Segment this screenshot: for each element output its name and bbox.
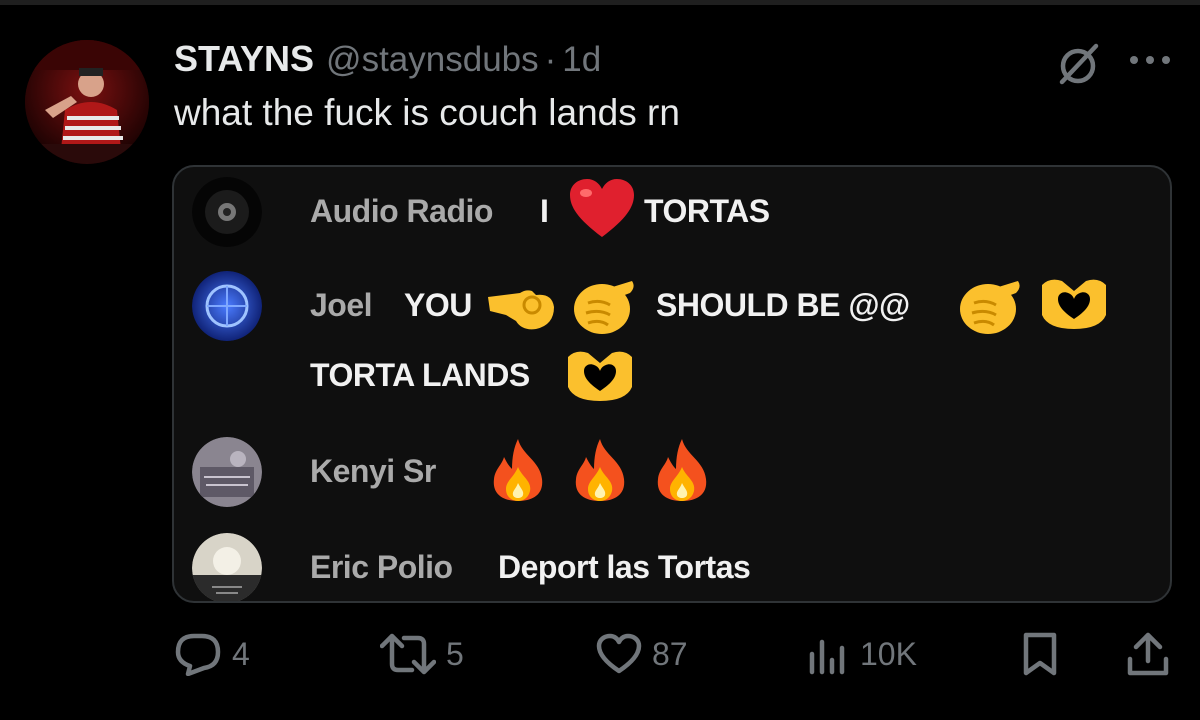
chat-avatar-joel xyxy=(192,271,262,341)
bookmark-button[interactable] xyxy=(1020,628,1060,680)
backhand-index-pointing-emoji xyxy=(956,269,1024,342)
chat-name: Kenyi Sr xyxy=(310,453,436,489)
chat-avatar-kenyi-sr xyxy=(192,437,262,507)
attached-image[interactable]: Audio Radio I TORTAS Joel YOU SHOULD BE … xyxy=(172,165,1172,603)
chat-name: Joel xyxy=(310,287,373,323)
backhand-index-pointing-emoji xyxy=(570,269,638,342)
tweet-header: STAYNS @staynsdubs · 1d xyxy=(174,38,601,82)
reply-icon xyxy=(174,632,222,676)
views-icon xyxy=(806,632,850,676)
repost-button[interactable]: 5 xyxy=(380,628,464,680)
reply-button[interactable]: 4 xyxy=(174,628,250,680)
chat-avatar-audio-radio xyxy=(192,177,262,247)
heart-hands-emoji xyxy=(1040,275,1108,336)
like-button[interactable]: 87 xyxy=(596,628,688,680)
display-name[interactable]: STAYNS xyxy=(174,38,314,80)
reply-count: 4 xyxy=(232,635,250,672)
tweet-text: what the fuck is couch lands rn xyxy=(174,92,680,133)
share-button[interactable] xyxy=(1126,628,1170,680)
bookmark-icon xyxy=(1020,631,1060,677)
red-heart-emoji xyxy=(568,177,636,246)
chat-text: YOU xyxy=(404,287,472,323)
chat-text: Deport las Tortas xyxy=(498,549,751,585)
grok-icon[interactable] xyxy=(1056,42,1100,86)
chat-name: Eric Polio xyxy=(310,549,453,585)
chat-text: I xyxy=(540,193,549,229)
user-handle[interactable]: @staynsdubs xyxy=(326,40,539,80)
pinching-hand-emoji xyxy=(486,271,558,340)
tweet-timestamp[interactable]: 1d xyxy=(562,40,601,80)
share-icon xyxy=(1126,631,1170,677)
chat-text: TORTAS xyxy=(644,193,770,229)
heart-icon xyxy=(596,633,642,675)
chat-avatar-eric-polio xyxy=(192,533,262,601)
fire-emoji xyxy=(570,437,630,508)
separator-dot: · xyxy=(544,40,557,79)
chat-text: SHOULD BE @@ xyxy=(656,287,910,323)
more-icon[interactable] xyxy=(1128,50,1172,70)
view-count: 10K xyxy=(860,635,917,672)
like-count: 87 xyxy=(652,635,688,672)
chat-text: TORTA LANDS xyxy=(310,357,530,393)
heart-hands-emoji xyxy=(566,347,634,408)
repost-count: 5 xyxy=(446,635,464,672)
fire-emoji xyxy=(652,437,712,508)
user-avatar[interactable] xyxy=(25,40,149,164)
fire-emoji xyxy=(488,437,548,508)
views-button[interactable]: 10K xyxy=(806,628,917,680)
top-divider xyxy=(0,0,1200,5)
chat-name: Audio Radio xyxy=(310,193,493,229)
retweet-icon xyxy=(380,632,436,676)
